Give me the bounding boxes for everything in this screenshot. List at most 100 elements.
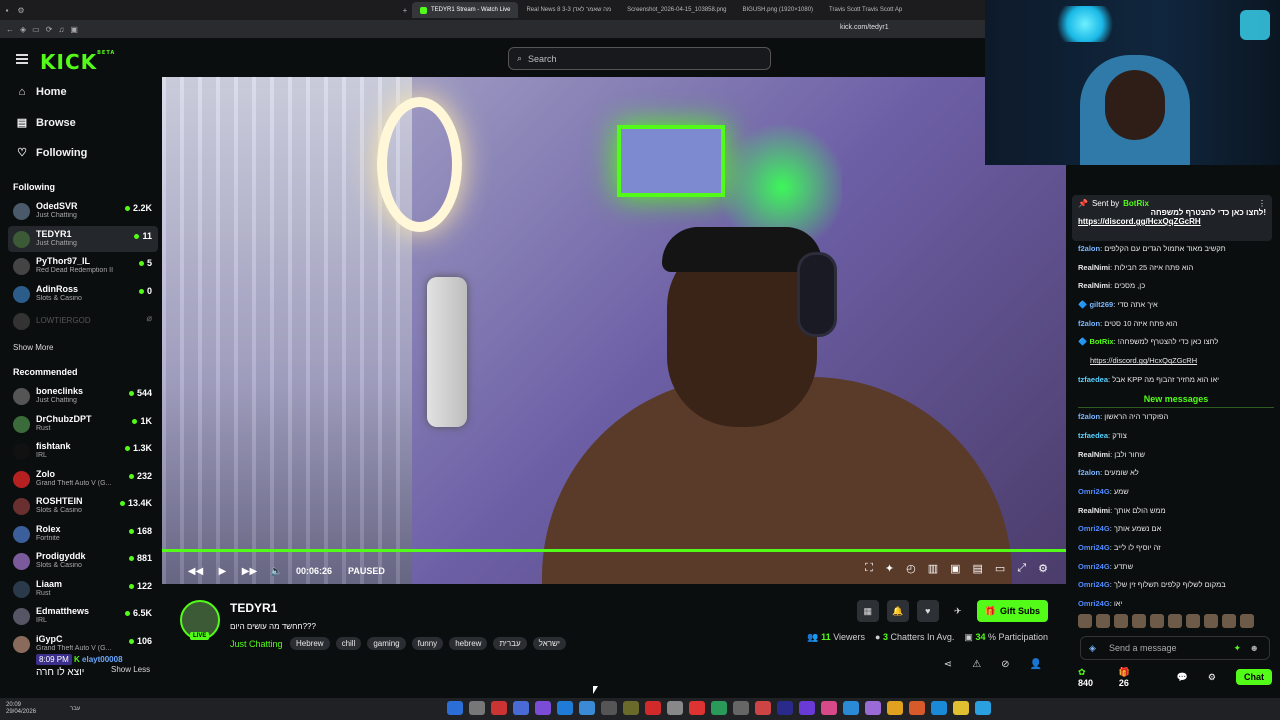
tag[interactable]: hebrew [449, 637, 488, 650]
gifts[interactable]: 🎁 26 [1119, 667, 1139, 688]
pip-icon[interactable]: ▣ [950, 562, 960, 575]
tag[interactable]: ישראל [532, 637, 566, 650]
channel-adinross[interactable]: AdinRoss Slots & Casino 0 [8, 281, 158, 307]
app-icon[interactable] [491, 701, 508, 715]
chat-settings-icon[interactable]: ⚙ [1208, 672, 1216, 683]
channel-rolex[interactable]: Rolex Fortnite 168 [8, 521, 158, 547]
window-menu-icon[interactable]: ▪ [0, 6, 14, 15]
chat-badge-icon[interactable]: ◈ [1089, 643, 1096, 654]
report-icon[interactable]: ⚠ [972, 659, 981, 670]
emote-icon[interactable] [1150, 614, 1164, 628]
gift-subs-button[interactable]: 🎁 Gift Subs [976, 600, 1048, 622]
app-icon[interactable] [865, 701, 882, 715]
tab-travis[interactable]: Travis Scott Travis Scott Ap [821, 2, 910, 18]
chat-message[interactable]: https://discord.gg/HcxQqZGcRH [1078, 352, 1274, 371]
search-input[interactable]: ⌕ Search [508, 47, 771, 70]
channel-edmatthews[interactable]: Edmatthews IRL 6.5K [8, 603, 158, 629]
clip-button-icon[interactable]: ▦ [856, 600, 879, 622]
kick-logo[interactable]: KICKBETA [40, 50, 115, 74]
chat-link[interactable]: https://discord.gg/HcxQqZGcRH [1090, 356, 1197, 365]
taskbar-clock[interactable]: 20:09 29/04/2026 [0, 702, 36, 716]
nav-browse[interactable]: ▤ Browse [16, 116, 76, 130]
chat-username[interactable]: Omri24G [1078, 562, 1110, 571]
chat-username[interactable]: tzfaedea [1078, 431, 1108, 440]
emote-icon[interactable] [1240, 614, 1254, 628]
app-icon[interactable] [535, 701, 552, 715]
tab-news[interactable]: Real News 8 3-3 מה שאמר לאדן [518, 2, 619, 18]
chat-username[interactable]: f2alon [1078, 319, 1100, 328]
app-icon[interactable] [645, 701, 662, 715]
gear-icon[interactable]: ⚙ [1038, 562, 1048, 575]
channel-lowtiergod[interactable]: LOWTIERGOD ⌀ [8, 308, 158, 334]
pinned-message[interactable]: 📌 Sent by BotRix ⋮ !לחצו כאן כדי להצטרף … [1072, 195, 1272, 241]
app-icon[interactable] [821, 701, 838, 715]
app-icon[interactable] [931, 701, 948, 715]
more-icon[interactable]: ⋮ [1258, 199, 1266, 208]
fullscreen-icon[interactable]: ⤢ [1017, 562, 1026, 575]
app-icon[interactable] [579, 701, 596, 715]
mini-player-icon[interactable]: ▤ [973, 562, 983, 575]
show-less-link[interactable]: Show Less [111, 665, 150, 674]
tab-kick-stream[interactable]: TEDYR1 Stream - Watch Live [412, 2, 519, 18]
share-icon[interactable]: ⋖ [944, 659, 952, 670]
reload-icon[interactable]: ⟳ [46, 25, 53, 34]
tag[interactable]: gaming [367, 637, 406, 650]
chat-username[interactable]: Omri24G [1078, 524, 1110, 533]
shield-icon[interactable]: ◈ [20, 25, 26, 34]
points[interactable]: ✿ 840 [1078, 667, 1099, 688]
chat-username[interactable]: Omri24G [1078, 580, 1110, 589]
chat-username[interactable]: gilt269 [1089, 300, 1113, 309]
wallet-icon[interactable]: ▭ [32, 25, 40, 34]
play-icon[interactable]: ▶ [209, 566, 236, 577]
app-icon[interactable] [953, 701, 970, 715]
live-rewind-icon[interactable]: ◴ [906, 562, 916, 575]
channel-drchubz[interactable]: DrChubzDPT Rust 1K [8, 411, 158, 437]
channel-liaam[interactable]: Liaam Rust 122 [8, 576, 158, 602]
new-tab-icon[interactable]: + [398, 6, 412, 15]
app-icon[interactable] [777, 701, 794, 715]
nav-home[interactable]: ⌂ Home [16, 86, 67, 98]
emote-icon[interactable] [1114, 614, 1128, 628]
emote-icon[interactable] [1168, 614, 1182, 628]
app-icon[interactable] [975, 701, 992, 715]
show-more-link[interactable]: Show More [13, 343, 53, 352]
chat-input[interactable]: ◈ Send a message ✦ ☻ [1080, 636, 1270, 660]
volume-icon[interactable]: 🔈 [263, 566, 290, 577]
video-progress-bar[interactable] [162, 549, 1066, 552]
channel-igypc[interactable]: iGypC Grand Theft Auto V (G... 106 [8, 631, 158, 657]
app-icon[interactable] [447, 701, 464, 715]
kick-emote-icon[interactable]: ✦ [1233, 643, 1241, 654]
chat-username[interactable]: f2alon [1078, 412, 1100, 421]
channel-tedyr1[interactable]: TEDYR1 Just Chatting 11 [8, 226, 158, 252]
channel-prodigyddk[interactable]: Prodigyddk Slots & Casino 881 [8, 548, 158, 574]
chat-username[interactable]: BotRix [1089, 337, 1113, 346]
video-player[interactable] [162, 77, 1066, 584]
emote-icon[interactable] [1132, 614, 1146, 628]
app-icon[interactable] [887, 701, 904, 715]
channel-odedsvr[interactable]: OdedSVR Just Chatting 2.2K [8, 198, 158, 224]
tab-screenshot[interactable]: Screenshot_2026-04-15_103858.png [619, 2, 734, 18]
channel-pythor[interactable]: PyThor97_IL Red Dead Redemption II 5 [8, 253, 158, 279]
new-messages-divider[interactable]: New messages [1078, 390, 1274, 409]
app-icon[interactable] [667, 701, 684, 715]
emote-icon[interactable] [1096, 614, 1110, 628]
app-icon[interactable] [513, 701, 530, 715]
bell-icon[interactable]: 🔔 [886, 600, 909, 622]
sidebar-icon[interactable]: ▣ [70, 25, 78, 34]
app-icon[interactable] [755, 701, 772, 715]
stream-category[interactable]: Just Chatting [230, 639, 283, 649]
app-icon[interactable] [623, 701, 640, 715]
forward-icon[interactable]: ▶▶ [236, 566, 263, 577]
taskbar-lang[interactable]: עבר [70, 706, 80, 712]
streamer-name[interactable]: TEDYR1 [230, 601, 277, 615]
music-icon[interactable]: ♫ [58, 25, 64, 34]
tag[interactable]: עברית [493, 637, 527, 650]
sparkle-icon[interactable]: ✦ [885, 562, 894, 575]
emote-icon[interactable] [1222, 614, 1236, 628]
chat-bubble-icon[interactable]: 💬 [1177, 672, 1188, 683]
clip-icon[interactable]: ⛶ [865, 562, 873, 575]
channel-fishtank[interactable]: fishtank IRL 1.3K [8, 438, 158, 464]
rewind-icon[interactable]: ◀◀ [182, 566, 209, 577]
app-icon[interactable] [689, 701, 706, 715]
chat-username[interactable]: RealNimi [1078, 450, 1110, 459]
